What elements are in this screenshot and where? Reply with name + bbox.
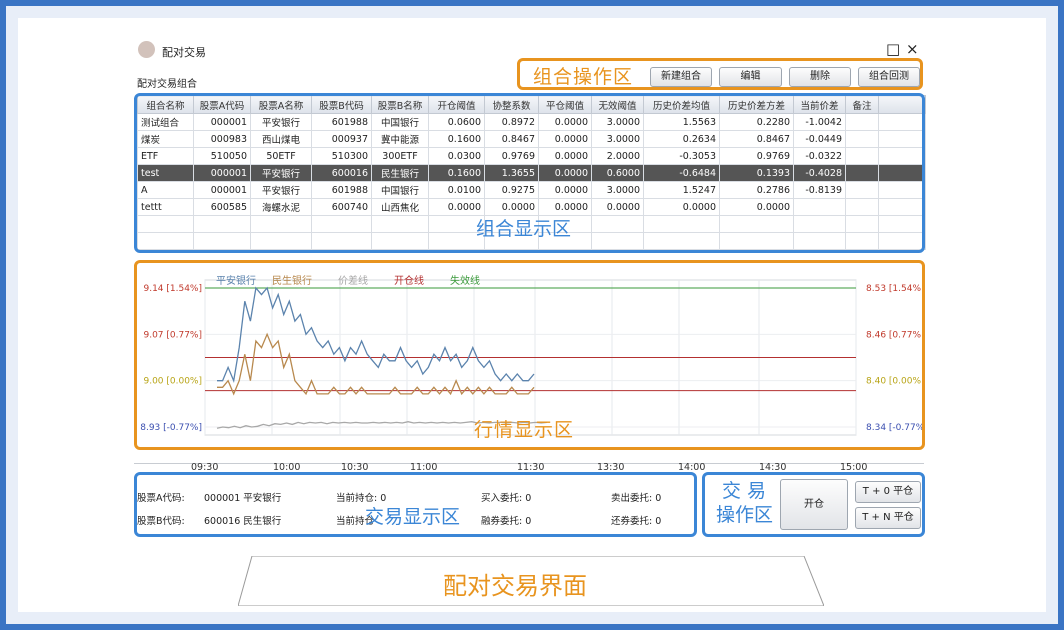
backtest-button[interactable]: 组合回测 — [858, 67, 920, 87]
maximize-icon[interactable]: □ — [886, 40, 900, 58]
edit-button[interactable]: 编辑 — [719, 67, 782, 87]
buy-order: 买入委托: 0 — [481, 493, 532, 504]
close-icon[interactable]: × — [906, 40, 919, 58]
tn-close-button[interactable]: T + N 平仓 — [855, 507, 921, 529]
stock-a-label: 股票A代码: — [137, 493, 185, 504]
stock-a-value: 000001 平安银行 — [204, 493, 282, 504]
new-group-button[interactable]: 新建组合 — [650, 67, 712, 87]
caption-title: 配对交易界面 — [443, 572, 587, 600]
repay-order: 还券委托: 0 — [611, 516, 662, 527]
t0-close-button[interactable]: T + 0 平仓 — [855, 481, 921, 503]
position-a: 当前持仓: 0 — [336, 493, 387, 504]
grid-region-label: 组合显示区 — [476, 218, 572, 240]
window-title: 配对交易 — [162, 46, 206, 59]
app-icon — [138, 41, 155, 58]
ops-region-label: 组合操作区 — [533, 66, 634, 88]
trade-display-label: 交易显示区 — [365, 506, 461, 528]
trade-ops-label-line1: 交 易 — [722, 480, 767, 502]
stock-b-label: 股票B代码: — [137, 516, 185, 527]
page-subtitle: 配对交易组合 — [137, 79, 197, 90]
market-region-label: 行情显示区 — [474, 419, 575, 441]
trade-ops-label-line2: 操作区 — [716, 504, 774, 526]
sell-order: 卖出委托: 0 — [611, 493, 662, 504]
delete-button[interactable]: 删除 — [789, 67, 851, 87]
margin-order: 融券委托: 0 — [481, 516, 532, 527]
open-position-button[interactable]: 开仓 — [780, 479, 848, 530]
stock-b-value: 600016 民生银行 — [204, 516, 282, 527]
